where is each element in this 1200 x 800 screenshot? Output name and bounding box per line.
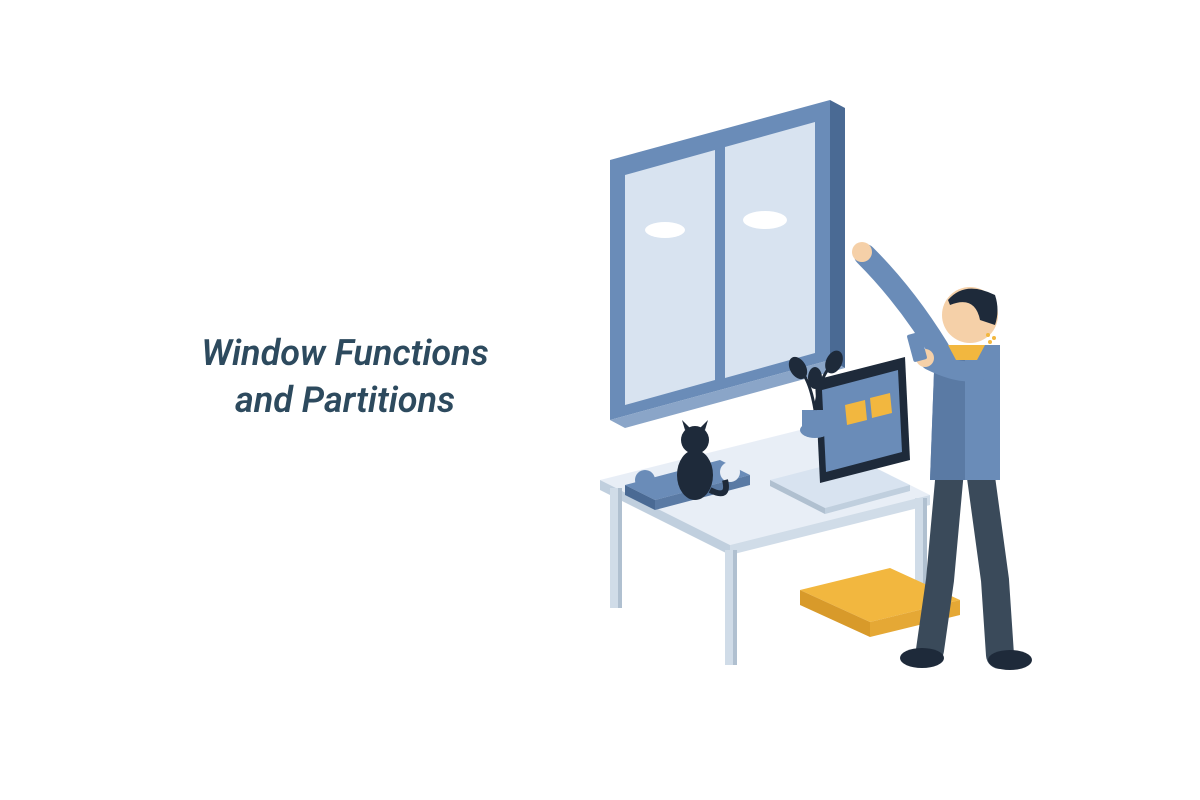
title-block: Window Functions and Partitions [155,330,535,424]
title-line-1: Window Functions [155,330,535,377]
isometric-scene-svg [570,100,1070,700]
workspace-illustration [570,100,1070,700]
title-line-2: and Partitions [155,377,535,424]
